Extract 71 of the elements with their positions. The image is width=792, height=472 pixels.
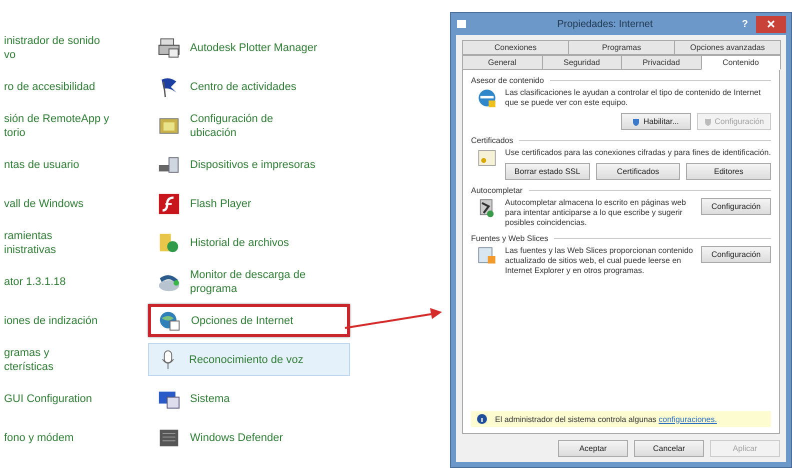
control-panel-link[interactable]: ator 1.3.1.18 — [0, 274, 148, 288]
control-panel-link[interactable]: vall de Windows — [0, 196, 148, 210]
control-panel-item-label: Dispositivos e impresoras — [190, 158, 316, 172]
control-panel-item-icon — [158, 192, 180, 214]
control-panel-link[interactable]: ntas de usuario — [0, 158, 148, 172]
help-button[interactable]: ? — [742, 18, 748, 30]
info-icon — [477, 414, 487, 424]
control-panel-link[interactable]: GUI Configuration — [0, 392, 148, 406]
control-panel-link[interactable]: fono y módem — [0, 430, 148, 444]
control-panel-item-label: Windows Defender — [190, 430, 283, 444]
tab[interactable]: Opciones avanzadas — [674, 40, 781, 55]
window-title: Propiedades: Internet — [556, 18, 654, 30]
group-description: Autocompletar almacena lo escrito en páginas web para intentar anticiparse a lo que escribe y sugerir posibles coincidencias. — [505, 198, 687, 228]
control-panel-link[interactable]: iones de indización — [0, 314, 148, 328]
control-panel-item-label: Historial de archivos — [190, 236, 290, 250]
dialog-button[interactable]: Aceptar — [558, 440, 628, 457]
group-button[interactable]: Configuración — [701, 198, 771, 215]
control-panel-item-label: Opciones de Internet — [191, 314, 294, 328]
control-panel-item[interactable]: Centro de actividades — [148, 70, 350, 103]
tab[interactable]: Seguridad — [542, 55, 622, 70]
control-panel-item-icon — [158, 36, 180, 58]
control-panel-item[interactable]: Sistema — [148, 382, 350, 415]
group-button[interactable]: Certificados — [596, 163, 680, 180]
control-panel-item[interactable]: Monitor de descarga de programa — [148, 265, 350, 298]
group-title: Fuentes y Web Slices — [471, 234, 548, 243]
tab[interactable]: Contenido — [700, 55, 781, 70]
settings-link[interactable]: configuraciones. — [658, 414, 717, 424]
control-panel-item-label: Monitor de descarga de programa — [190, 268, 306, 296]
control-panel-item[interactable]: Flash Player — [148, 187, 350, 220]
window-icon — [456, 18, 468, 30]
group-title: Autocompletar — [471, 186, 523, 195]
group-button[interactable]: Habilitar... — [620, 113, 691, 130]
close-icon — [767, 20, 775, 28]
group-button[interactable]: Borrar estado SSL — [504, 163, 590, 180]
dialog-button[interactable]: Cancelar — [634, 440, 704, 457]
group-icon — [477, 246, 497, 266]
control-panel-item[interactable]: Dispositivos e impresoras — [148, 148, 350, 181]
tab[interactable]: Programas — [568, 40, 675, 55]
tab[interactable]: General — [462, 55, 542, 70]
group-button[interactable]: Configuración — [701, 246, 771, 263]
tab[interactable]: Privacidad — [621, 55, 702, 70]
tab[interactable]: Conexiones — [462, 40, 569, 55]
close-button[interactable] — [756, 16, 786, 32]
group-title: Asesor de contenido — [471, 76, 544, 85]
control-panel-link[interactable]: ro de accesibilidad — [0, 80, 148, 94]
control-panel-item[interactable]: Reconocimiento de voz — [148, 343, 350, 376]
group-title: Certificados — [471, 136, 514, 145]
control-panel-link[interactable]: gramas y cterísticas — [0, 346, 148, 374]
control-panel-link[interactable]: inistrador de sonido vo — [0, 34, 148, 62]
control-panel-item-label: Flash Player — [190, 196, 252, 210]
notice-text: El administrador del sistema controla algunas configuraciones. — [495, 414, 717, 424]
control-panel-item[interactable]: Autodesk Plotter Manager — [148, 31, 350, 64]
control-panel-item-label: Configuración de ubicación — [190, 112, 274, 140]
control-panel-item-label: Sistema — [190, 392, 230, 406]
control-panel-item-icon — [158, 232, 180, 254]
group-icon — [477, 88, 497, 108]
group-description: Las clasificaciones le ayudan a controlar el tipo de contenido de Internet que se puede ver con este equipo. — [505, 88, 762, 108]
control-panel-link[interactable]: ramientas inistrativas — [0, 228, 148, 256]
control-panel-item-icon — [159, 310, 181, 332]
control-panel-link[interactable]: sión de RemoteApp y torio — [0, 112, 148, 140]
group-button[interactable]: Editores — [686, 163, 771, 180]
control-panel-item-label: Autodesk Plotter Manager — [190, 40, 318, 54]
control-panel-item[interactable]: Opciones de Internet — [148, 304, 350, 337]
control-panel-item[interactable]: Windows Defender — [148, 421, 350, 454]
control-panel-item-label: Centro de actividades — [190, 80, 296, 94]
control-panel-item-label: Reconocimiento de voz — [189, 352, 304, 366]
control-panel-item[interactable]: Historial de archivos — [148, 226, 350, 259]
group-description: Las fuentes y las Web Slices proporcionan contenido actualizado de sitios web, el cual puede leerse en Internet Explorer y en otros programas. — [505, 246, 693, 276]
group-description: Use certificados para las conexiones cifradas y para fines de identificación. — [505, 148, 771, 158]
control-panel-item[interactable]: Configuración de ubicación — [148, 109, 350, 142]
group-icon — [477, 148, 497, 168]
